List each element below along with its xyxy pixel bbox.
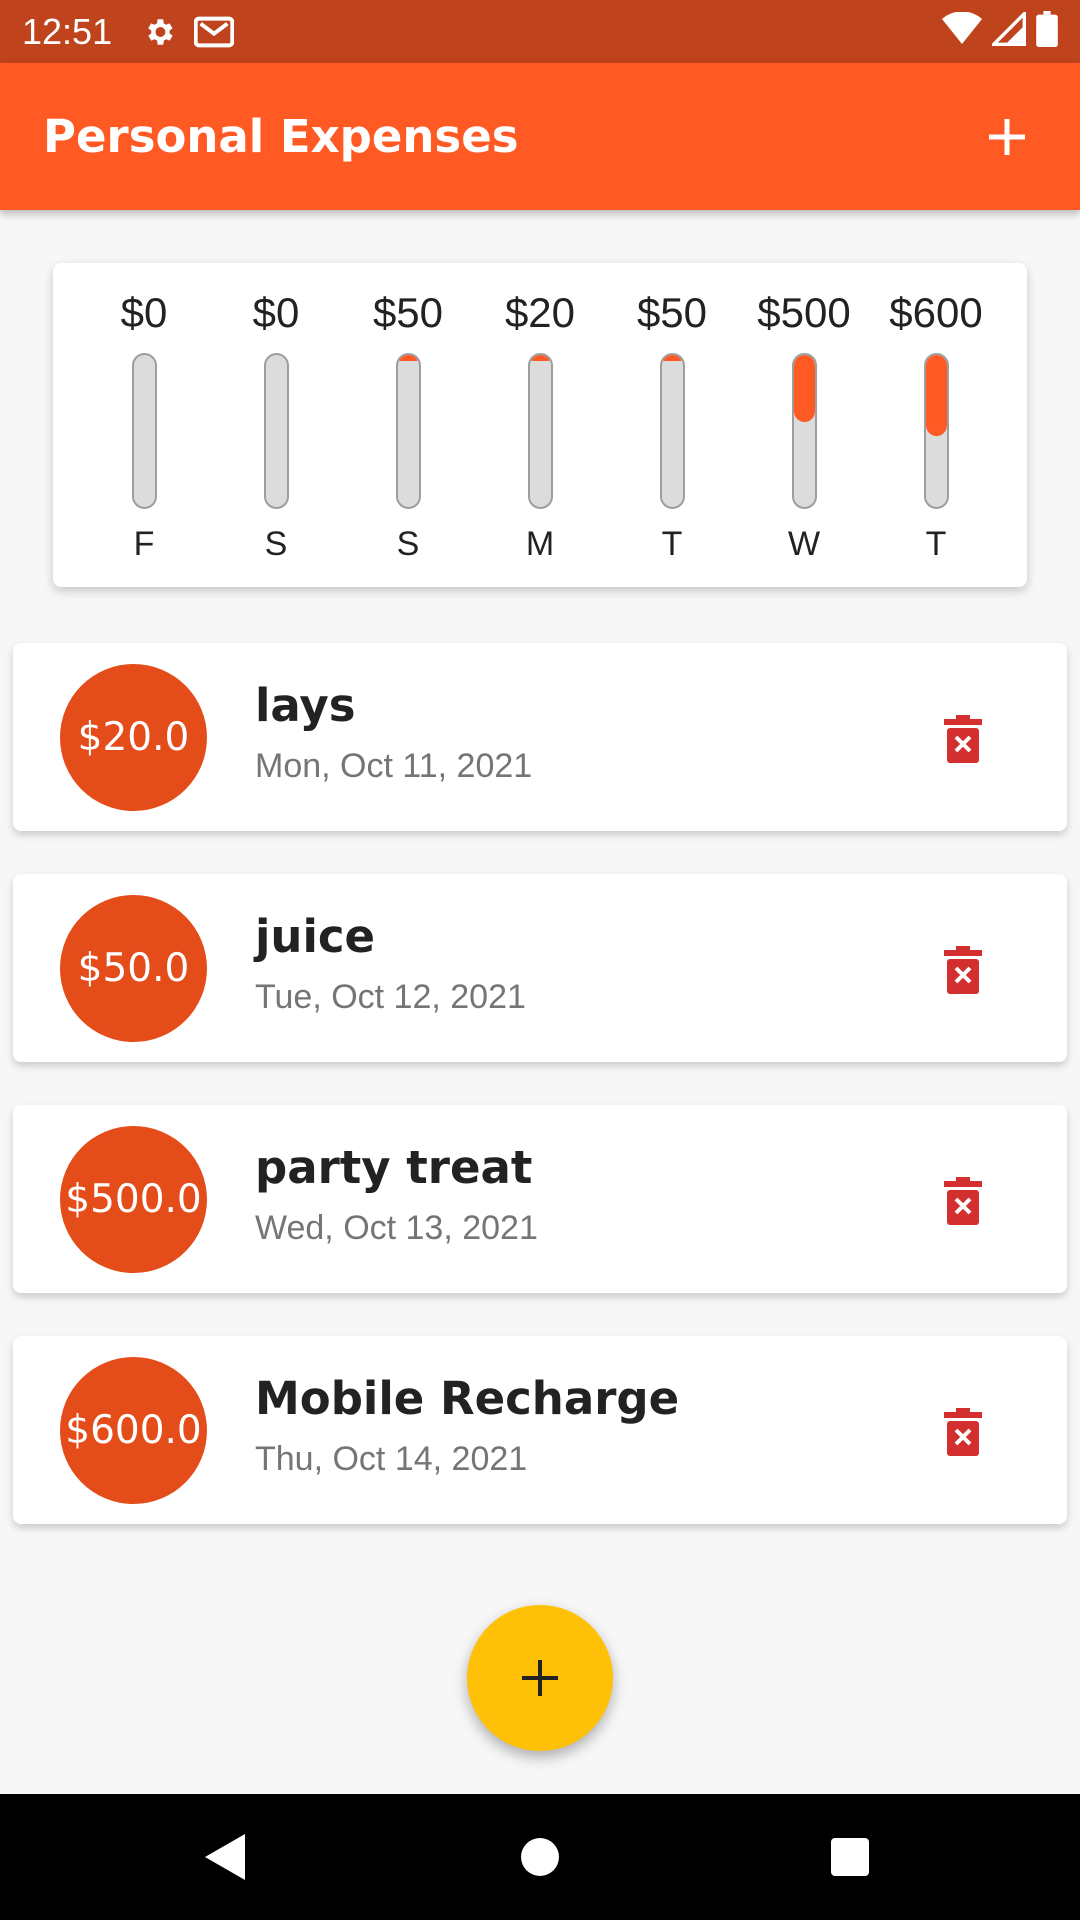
chart-bar-fill (926, 355, 947, 437)
chart-bar-track (924, 353, 949, 509)
delete-button[interactable] (933, 1171, 993, 1231)
transaction-date: Wed, Oct 13, 2021 (255, 1209, 538, 1247)
chart-bar-amount: $50 (636, 289, 708, 336)
back-button[interactable] (194, 1827, 254, 1887)
recents-icon (831, 1838, 869, 1876)
add-fab-button[interactable] (467, 1605, 613, 1751)
navigation-bar (0, 1794, 1080, 1920)
amount-badge: $600.0 (60, 1357, 207, 1504)
wifi-icon (942, 11, 982, 51)
transaction-item: $50.0 juice Tue, Oct 12, 2021 (13, 874, 1067, 1062)
chart-bar-day-label: M (525, 525, 555, 563)
transaction-title: juice (255, 910, 376, 963)
chart-bar-column: $600 T (870, 263, 1002, 587)
home-button[interactable] (510, 1827, 570, 1887)
chart-bar-day-label: W (787, 525, 821, 563)
trash-icon (944, 1408, 982, 1456)
chart-bar-column: $20 M (474, 263, 606, 587)
chart-bar-track (660, 353, 685, 509)
chart-bar-column: $0 S (210, 263, 342, 587)
chart-bar-track (528, 353, 553, 509)
chart-bar-track (396, 353, 421, 509)
transaction-item: $500.0 party treat Wed, Oct 13, 2021 (13, 1105, 1067, 1293)
delete-button[interactable] (933, 709, 993, 769)
plus-icon (522, 1660, 558, 1696)
chart-bar-fill (794, 355, 815, 423)
transaction-date: Mon, Oct 11, 2021 (255, 747, 533, 785)
delete-button[interactable] (933, 940, 993, 1000)
signal-icon (989, 9, 1026, 51)
amount-badge: $50.0 (60, 895, 207, 1042)
chart-bar-day-label: S (396, 525, 420, 563)
chart-bar-amount: $600 (889, 289, 983, 336)
chart-bar-fill (398, 355, 419, 361)
back-icon (205, 1834, 245, 1880)
transaction-item: $600.0 Mobile Recharge Thu, Oct 14, 2021 (13, 1336, 1067, 1524)
chart-bar-amount: $0 (252, 289, 300, 336)
home-icon (521, 1838, 559, 1876)
chart-bar-day-label: T (925, 525, 947, 563)
chart-bar-amount: $0 (120, 289, 168, 336)
chart-bar-day-label: T (661, 525, 683, 563)
delete-button[interactable] (933, 1402, 993, 1462)
transaction-item: $20.0 lays Mon, Oct 11, 2021 (13, 643, 1067, 831)
chart-bar-amount: $20 (504, 289, 576, 336)
trash-icon (944, 946, 982, 994)
chart-bar-column: $50 S (342, 263, 474, 587)
add-transaction-button[interactable] (977, 107, 1037, 167)
transaction-title: Mobile Recharge (255, 1372, 680, 1425)
chart-bar-day-label: S (264, 525, 288, 563)
trash-icon (944, 1177, 982, 1225)
chart-bar-amount: $50 (372, 289, 444, 336)
app-bar: Personal Expenses (0, 63, 1080, 210)
chart-bar-day-label: F (133, 525, 155, 563)
transaction-title: lays (255, 679, 356, 732)
battery-icon (1036, 11, 1058, 52)
transaction-title: party treat (255, 1141, 533, 1194)
chart-bar-fill (662, 355, 683, 361)
transaction-date: Tue, Oct 12, 2021 (255, 978, 526, 1016)
chart-bar-track (132, 353, 157, 509)
chart-bar-track (792, 353, 817, 509)
transaction-date: Thu, Oct 14, 2021 (255, 1440, 528, 1478)
plus-icon (989, 118, 1025, 155)
gmail-icon (194, 15, 235, 49)
trash-icon (944, 715, 982, 763)
status-bar: 12:51 (0, 0, 1080, 63)
gear-icon (142, 15, 176, 49)
status-time: 12:51 (22, 10, 113, 52)
page-title: Personal Expenses (43, 110, 519, 163)
weekly-chart: $0 F $0 S $50 S $20 M $50 T $500 W $600 T (53, 263, 1027, 587)
chart-bar-fill (530, 355, 551, 361)
amount-badge: $500.0 (60, 1126, 207, 1273)
chart-bar-column: $500 W (738, 263, 870, 587)
amount-badge: $20.0 (60, 664, 207, 811)
recents-button[interactable] (820, 1827, 880, 1887)
chart-bar-column: $0 F (78, 263, 210, 587)
chart-bar-column: $50 T (606, 263, 738, 587)
chart-bar-amount: $500 (757, 289, 851, 336)
chart-bar-track (264, 353, 289, 509)
